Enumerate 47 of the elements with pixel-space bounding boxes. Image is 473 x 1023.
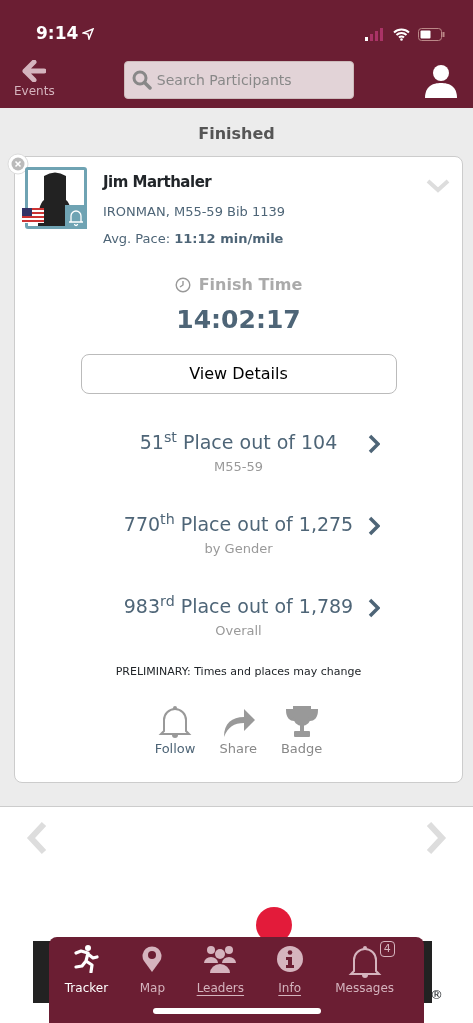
tab-item[interactable]: Tracker [64, 945, 109, 997]
finish-time-label: Finish Time [198, 273, 303, 296]
back-arrow-icon [22, 60, 47, 82]
clock-icon [174, 276, 191, 293]
bell-icon [157, 704, 194, 739]
map-pin-icon [141, 945, 164, 973]
tab-item[interactable]: 4 Messages [335, 941, 409, 997]
tab-item[interactable]: Leaders [196, 945, 245, 997]
battery-icon [418, 27, 445, 41]
registered-mark: ® [430, 986, 443, 1004]
finish-time: 14:02:17 [175, 303, 302, 336]
chevron-right-icon[interactable] [368, 516, 380, 536]
place-text: 983$^{rd}$ Place out of 1,789 [123, 592, 354, 619]
tab-item[interactable]: Info [275, 945, 304, 997]
place-category: M55-59 [213, 457, 264, 476]
pace-value: 11:12 min/mile [174, 231, 284, 246]
clock-time: 9:14 [36, 22, 79, 46]
runner-icon [73, 945, 100, 973]
action-button[interactable]: Badge [280, 704, 323, 758]
info-icon [275, 945, 304, 973]
chevron-right-icon[interactable] [368, 434, 380, 454]
search-field[interactable]: Search Participants [123, 61, 354, 99]
place-category: by Gender [203, 539, 274, 558]
tab-item[interactable]: Map [139, 945, 166, 997]
location-arrow-icon [82, 28, 95, 40]
disclaimer-text: PRELIMINARY: Times and places may change [114, 664, 363, 680]
section-title: Finished [197, 123, 276, 145]
signal-icon [365, 27, 385, 41]
view-details-button[interactable]: View Details [80, 354, 397, 394]
bell-icon [346, 945, 383, 979]
place-text: 770$^{th}$ Place out of 1,275 [123, 510, 354, 537]
action-button[interactable]: Follow [154, 704, 196, 758]
trophy-icon [283, 704, 320, 739]
pace-label: Avg. Pace: [103, 231, 171, 246]
count-badge: 4 [379, 941, 395, 958]
place-text: 51$^{st}$ Place out of 104 [139, 428, 338, 455]
remove-icon[interactable] [7, 153, 29, 175]
profile-icon[interactable] [423, 62, 459, 98]
wifi-icon [393, 27, 410, 41]
action-button[interactable]: Share [219, 704, 257, 758]
people-icon [204, 945, 237, 973]
division-text: IRONMAN, M55-59 Bib 1139 [103, 202, 286, 221]
place-category: Overall [214, 621, 263, 640]
bell-icon[interactable] [65, 205, 87, 229]
athlete-name: Jim Marthaler [103, 172, 213, 193]
back-button[interactable]: Events [14, 60, 55, 100]
chevron-right-icon[interactable] [368, 598, 380, 618]
